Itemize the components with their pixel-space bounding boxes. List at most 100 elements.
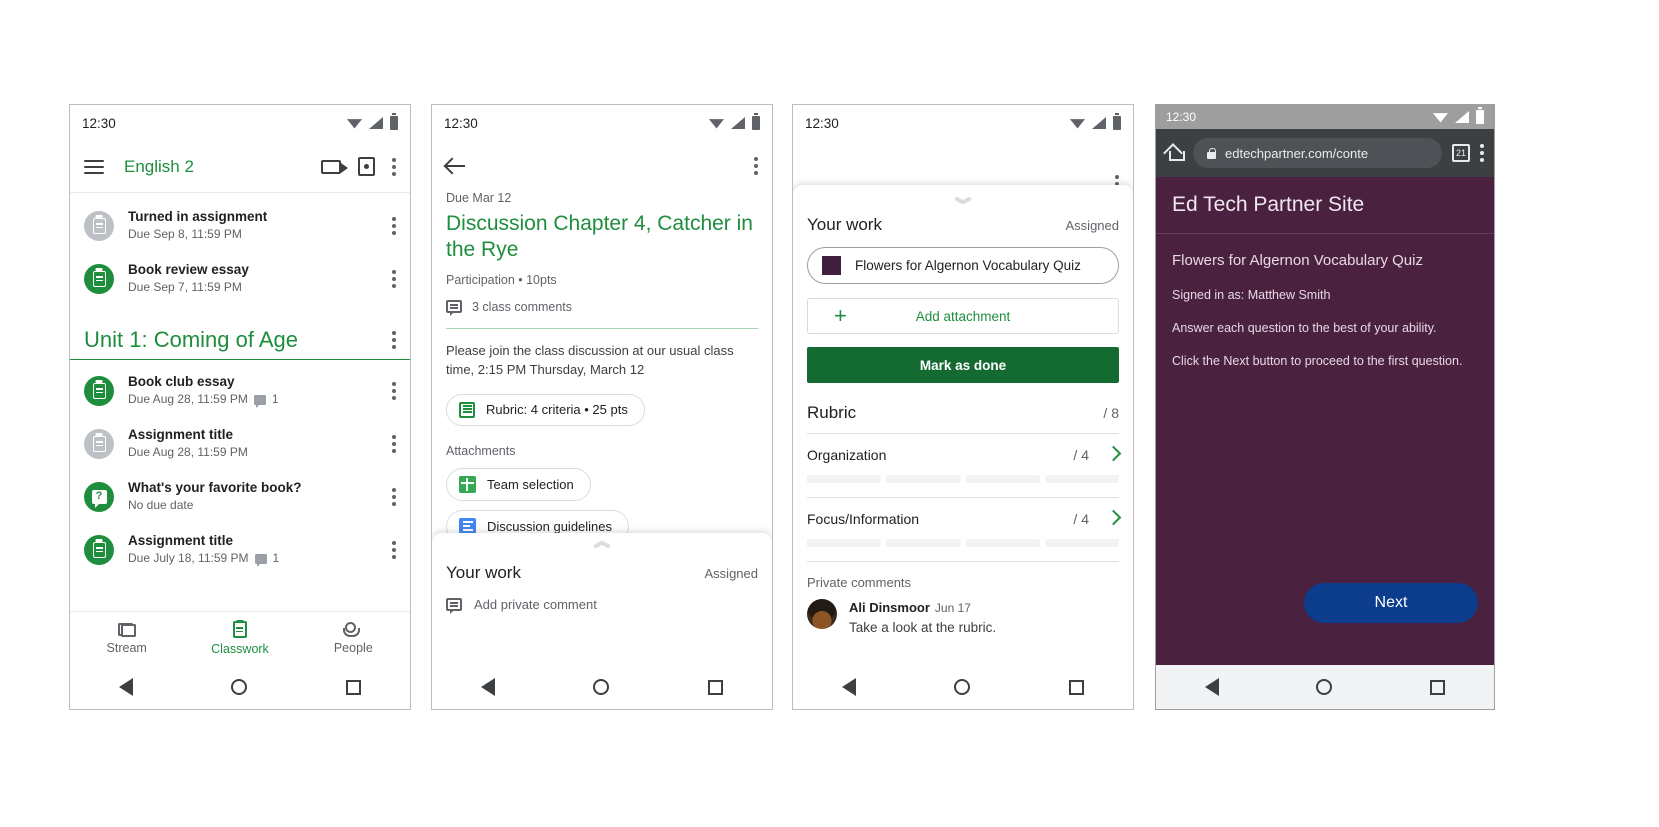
nav-home-icon[interactable] <box>954 679 971 695</box>
attached-work-item[interactable]: Flowers for Algernon Vocabulary Quiz <box>807 247 1119 284</box>
nav-home-icon[interactable] <box>1316 679 1333 695</box>
your-work-sheet[interactable]: Your work Assigned Add private comment <box>432 533 772 665</box>
private-comment-field[interactable]: Add private comment <box>432 583 772 630</box>
add-attachment-label: Add attachment <box>915 308 1011 324</box>
assignment-icon <box>84 263 114 294</box>
mark-as-done-button[interactable]: Mark as done <box>807 347 1119 383</box>
hamburger-icon[interactable] <box>84 159 104 174</box>
sheet-collapse-handle[interactable] <box>793 185 1133 203</box>
more-vert-icon[interactable] <box>754 157 758 175</box>
battery-icon <box>752 113 760 130</box>
your-work-title: Your work <box>446 563 521 582</box>
list-item-title: Assignment title <box>128 533 234 549</box>
nav-recent-icon[interactable] <box>345 679 361 695</box>
more-vert-icon[interactable] <box>392 157 396 176</box>
status-badge: Assigned <box>704 566 758 581</box>
criterion-score: / 4 <box>1073 447 1089 463</box>
status-clock: 12:30 <box>805 115 839 131</box>
list-item-subtitle: Due Sep 8, 11:59 PM <box>128 227 242 242</box>
video-camera-icon[interactable] <box>321 159 348 174</box>
rubric-chip[interactable]: Rubric: 4 criteria • 25 pts <box>446 393 645 426</box>
more-vert-icon[interactable] <box>392 216 396 235</box>
phone-your-work-rubric: 12:30 Your work Assigned Flowers for Alg… <box>792 104 1134 710</box>
android-navigation-bar <box>432 665 772 709</box>
divider <box>446 327 758 329</box>
instruction-line-2: Click the Next button to proceed to the … <box>1172 354 1463 368</box>
tab-switcher-icon[interactable]: 21 <box>1452 144 1470 162</box>
attachment-chip-team-selection[interactable]: Team selection <box>446 467 591 501</box>
back-arrow-icon[interactable] <box>446 156 466 176</box>
list-item-title: Book review essay <box>128 262 249 278</box>
more-vert-icon[interactable] <box>392 269 396 288</box>
list-item[interactable]: Book club essay Due Aug 28, 11:59 PM 1 <box>70 364 410 417</box>
comment-date: Jun 17 <box>934 601 971 615</box>
unit-work-list: Book club essay Due Aug 28, 11:59 PM 1 A… <box>70 364 410 576</box>
more-vert-icon[interactable] <box>392 434 396 453</box>
assignment-icon <box>84 428 114 459</box>
nav-recent-icon[interactable] <box>707 679 723 695</box>
next-button[interactable]: Next <box>1304 583 1478 623</box>
wifi-icon <box>1070 119 1085 129</box>
rubric-criterion-focus-information[interactable]: Focus/Information / 4 <box>793 498 1133 547</box>
more-vert-icon[interactable] <box>392 540 396 559</box>
list-item-title: Assignment title <box>128 427 234 443</box>
signed-in-as: Signed in as: Matthew Smith <box>1172 288 1331 302</box>
home-icon[interactable] <box>1166 146 1185 161</box>
comment-count: 1 <box>272 551 280 566</box>
your-work-title: Your work <box>807 215 882 234</box>
nav-recent-icon[interactable] <box>1430 679 1446 695</box>
wifi-icon <box>709 119 724 129</box>
stream-icon <box>117 622 136 637</box>
list-item[interactable]: ? What's your favorite book? No due date <box>70 470 410 523</box>
battery-icon <box>390 113 398 130</box>
nav-home-icon[interactable] <box>593 679 610 695</box>
phone-browser-quiz: 12:30 edtechpartner.com/conte 21 Ed Tech… <box>1155 104 1495 710</box>
cell-signal-icon <box>1455 111 1469 123</box>
cell-signal-icon <box>731 117 745 129</box>
nav-recent-icon[interactable] <box>1068 679 1084 695</box>
more-vert-icon[interactable] <box>392 331 396 350</box>
unit-title: Unit 1: Coming of Age <box>84 327 299 353</box>
tab-label: Stream <box>106 640 147 655</box>
list-item-title: Book club essay <box>128 374 235 390</box>
cell-signal-icon <box>369 117 383 129</box>
google-docs-icon <box>459 517 476 535</box>
unit-header: Unit 1: Coming of Age <box>70 305 410 361</box>
more-vert-icon[interactable] <box>1480 144 1484 162</box>
nav-back-icon[interactable] <box>119 678 134 696</box>
comment-icon <box>446 300 462 316</box>
assignment-icon <box>84 534 114 565</box>
plus-icon: + <box>834 303 847 328</box>
lock-icon <box>1207 147 1216 159</box>
phone-classwork-list: 12:30 English 2 Turned in assignment Due… <box>69 104 411 710</box>
more-vert-icon[interactable] <box>392 487 396 506</box>
url-bar[interactable]: edtechpartner.com/conte <box>1193 138 1442 168</box>
list-item[interactable]: Assignment title Due Aug 28, 11:59 PM <box>70 417 410 470</box>
rubric-criterion-organization[interactable]: Organization / 4 <box>793 434 1133 483</box>
android-navigation-bar <box>793 665 1133 709</box>
tab-label: Classwork <box>211 642 269 656</box>
list-item[interactable]: Book review essay Due Sep 7, 11:59 PM <box>70 252 410 305</box>
calendar-icon[interactable] <box>358 157 375 176</box>
nav-back-icon[interactable] <box>481 678 496 696</box>
nav-back-icon[interactable] <box>1204 678 1219 696</box>
tab-classwork[interactable]: Classwork <box>183 621 296 656</box>
rubric-total-score: / 8 <box>1103 405 1119 421</box>
list-item[interactable]: Assignment title Due July 18, 11:59 PM 1 <box>70 523 410 576</box>
quiz-title: Flowers for Algernon Vocabulary Quiz <box>1172 252 1423 269</box>
criterion-score: / 4 <box>1073 511 1089 527</box>
mark-as-done-label: Mark as done <box>919 357 1007 373</box>
class-comments-row[interactable]: 3 class comments <box>446 300 758 316</box>
due-date: Due Mar 12 <box>446 191 512 205</box>
list-item[interactable]: Turned in assignment Due Sep 8, 11:59 PM <box>70 199 410 252</box>
tab-stream[interactable]: Stream <box>70 622 183 655</box>
sheet-expand-handle[interactable] <box>432 533 772 551</box>
nav-home-icon[interactable] <box>231 679 248 695</box>
add-attachment-button[interactable]: + Add attachment <box>807 298 1119 334</box>
more-vert-icon[interactable] <box>392 381 396 400</box>
list-item-subtitle: No due date <box>128 498 194 513</box>
android-navigation-bar <box>70 665 410 709</box>
tab-people[interactable]: People <box>297 622 410 655</box>
private-comment-placeholder: Add private comment <box>474 597 597 612</box>
nav-back-icon[interactable] <box>842 678 857 696</box>
